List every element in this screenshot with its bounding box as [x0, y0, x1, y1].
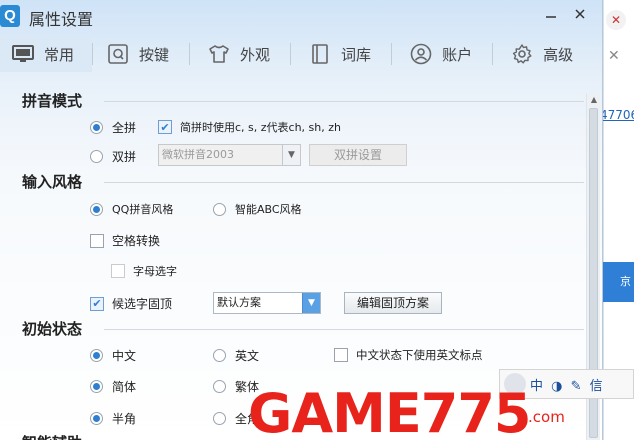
checkbox[interactable]: ✔ — [90, 296, 104, 311]
tab-label: 按键 — [139, 45, 170, 64]
radio-simplified[interactable]: 简体 — [90, 378, 136, 395]
tab-dictionary[interactable]: 词库 — [291, 36, 391, 72]
background-close-icon[interactable]: ✕ — [606, 10, 626, 30]
radio-label: 智能ABC风格 — [235, 203, 302, 216]
section-pinyin-mode: 拼音模式 — [22, 92, 585, 110]
checkbox-label: 简拼时使用c, s, z代表ch, sh, zh — [180, 121, 341, 134]
tshirt-icon — [208, 43, 230, 65]
radio-indicator[interactable] — [213, 202, 226, 216]
select-value: 默认方案 — [217, 296, 261, 309]
checkbox-label: 候选字固顶 — [112, 297, 173, 311]
radio-label: 双拼 — [112, 150, 137, 164]
tab-bar: 常用 按键 外观 词库 账户 高级 — [0, 36, 602, 72]
radio-indicator[interactable] — [90, 349, 103, 362]
window-title: 属性设置 — [29, 10, 94, 29]
watermark-logo: GAME775 — [248, 382, 531, 440]
chevron-down-icon[interactable]: ▼ — [302, 293, 320, 313]
tab-label: 账户 — [442, 45, 473, 64]
radio-indicator[interactable] — [213, 349, 226, 362]
minimize-button[interactable] — [542, 7, 560, 25]
check-en-punct[interactable]: 中文状态下使用英文标点 — [334, 347, 483, 363]
fixed-scheme-select[interactable]: 默认方案 ▼ — [213, 292, 321, 314]
tab-label: 常用 — [44, 45, 75, 64]
radio-label: 英文 — [235, 349, 260, 363]
title-bar: Q 属性设置 — [0, 0, 602, 34]
check-simplify-pinyin[interactable]: ✔ 简拼时使用c, s, z代表ch, sh, zh — [158, 119, 341, 135]
checkbox[interactable] — [90, 233, 104, 248]
watermark-toolbar-text: 中 ◑ ✎ 信 — [530, 378, 605, 394]
background-link[interactable]: 47706 — [600, 108, 634, 122]
radio-indicator[interactable] — [90, 150, 103, 163]
checkbox-label: 空格转换 — [112, 234, 161, 248]
checkbox[interactable]: ✔ — [158, 120, 172, 134]
radio-indicator[interactable] — [90, 121, 103, 134]
radio-indicator[interactable] — [213, 380, 226, 393]
edit-fixed-scheme-button[interactable]: 编辑固顶方案 — [344, 292, 442, 314]
user-icon — [410, 43, 432, 65]
radio-label: 中文 — [112, 349, 137, 363]
radio-indicator[interactable] — [213, 412, 226, 425]
check-letter-select[interactable]: 字母选字 — [111, 263, 177, 279]
radio-chinese[interactable]: 中文 — [90, 347, 136, 364]
tab-label: 外观 — [240, 45, 271, 64]
checkbox-label: 字母选字 — [133, 265, 177, 278]
checkbox[interactable] — [334, 348, 348, 362]
tab-advanced[interactable]: 高级 — [493, 36, 584, 72]
close-button[interactable] — [571, 7, 589, 25]
monitor-icon — [12, 43, 34, 65]
app-logo: Q — [0, 5, 20, 27]
background-x-icon[interactable]: ✕ — [608, 48, 620, 64]
double-settings-button[interactable]: 双拼设置 — [309, 144, 407, 166]
close-icon — [575, 9, 585, 19]
radio-full-pinyin[interactable]: 全拼 — [90, 119, 136, 136]
checkbox-label: 中文状态下使用英文标点 — [356, 348, 483, 362]
tab-common[interactable]: 常用 — [0, 36, 93, 72]
tab-label: 高级 — [543, 45, 574, 64]
checkbox[interactable] — [111, 264, 125, 278]
radio-indicator[interactable] — [90, 202, 103, 216]
background-blue-tile[interactable]: 京 — [600, 262, 634, 302]
chevron-down-icon[interactable]: ▼ — [282, 145, 300, 165]
double-scheme-select[interactable]: 微软拼音2003 ▼ — [158, 144, 301, 166]
tab-appearance[interactable]: 外观 — [190, 36, 290, 72]
book-icon — [309, 43, 331, 65]
select-value: 微软拼音2003 — [162, 148, 234, 161]
gear-icon — [511, 43, 533, 65]
q-key-icon — [107, 43, 129, 65]
tab-label: 词库 — [341, 45, 372, 64]
radio-label: QQ拼音风格 — [112, 203, 174, 216]
minimize-icon — [546, 16, 556, 18]
radio-double-pinyin[interactable]: 双拼 — [90, 148, 136, 165]
section-initial-state: 初始状态 — [22, 320, 585, 338]
radio-label: 简体 — [112, 380, 137, 394]
radio-abc-style[interactable]: 智能ABC风格 — [213, 201, 302, 217]
scroll-up-icon[interactable]: ▲ — [589, 96, 599, 104]
tab-keys[interactable]: 按键 — [93, 36, 189, 72]
tab-account[interactable]: 账户 — [392, 36, 492, 72]
check-fixed-candidate[interactable]: ✔ 候选字固顶 — [90, 295, 172, 312]
radio-indicator[interactable] — [90, 380, 103, 393]
check-space-convert[interactable]: 空格转换 — [90, 232, 160, 249]
radio-qq-style[interactable]: QQ拼音风格 — [90, 201, 173, 217]
radio-english[interactable]: 英文 — [213, 347, 259, 364]
radio-half-width[interactable]: 半角 — [90, 410, 136, 427]
radio-label: 全拼 — [112, 121, 137, 135]
watermark-sub: .com — [528, 408, 565, 426]
section-smart-assist: 智能辅助 — [22, 432, 82, 440]
radio-indicator[interactable] — [90, 412, 103, 425]
radio-label: 半角 — [112, 412, 137, 426]
section-input-style: 输入风格 — [22, 173, 585, 191]
